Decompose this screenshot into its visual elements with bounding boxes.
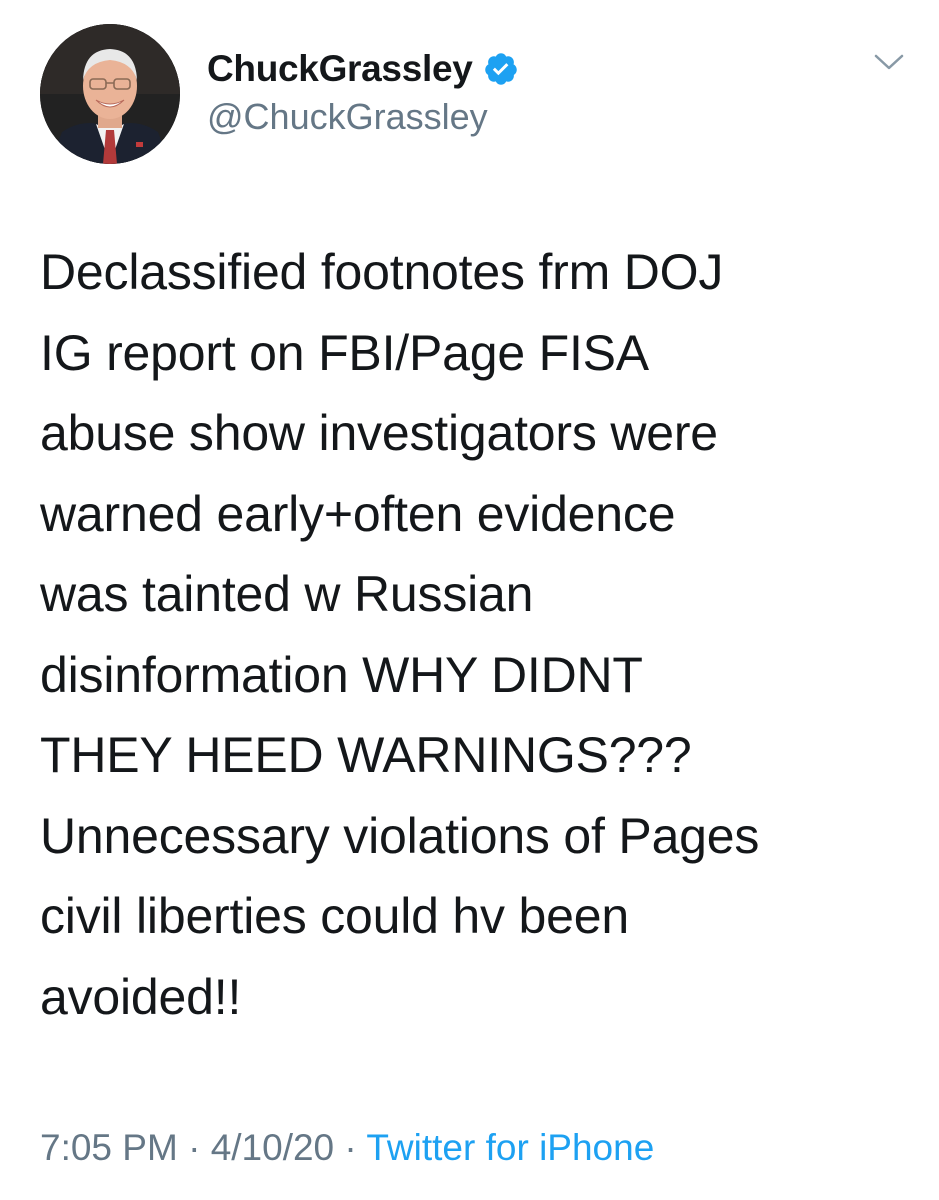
avatar-photo: [40, 24, 180, 164]
tweet-source-link[interactable]: Twitter for iPhone: [366, 1127, 654, 1168]
tweet-meta: 7:05 PM · 4/10/20 · Twitter for iPhone: [40, 1127, 654, 1169]
tweet-text: Declassified footnotes frm DOJ IG report…: [40, 244, 760, 1025]
chevron-down-icon[interactable]: [872, 50, 906, 74]
author-name-row: ChuckGrassley: [207, 44, 519, 94]
tweet-date[interactable]: 4/10/20: [211, 1127, 334, 1168]
author-handle[interactable]: @ChuckGrassley: [207, 96, 488, 138]
verified-badge-icon: [483, 51, 519, 87]
meta-separator: ·: [344, 1127, 357, 1168]
display-name[interactable]: ChuckGrassley: [207, 48, 473, 90]
meta-separator: ·: [188, 1127, 201, 1168]
avatar[interactable]: [40, 24, 180, 164]
tweet-time[interactable]: 7:05 PM: [40, 1127, 178, 1168]
